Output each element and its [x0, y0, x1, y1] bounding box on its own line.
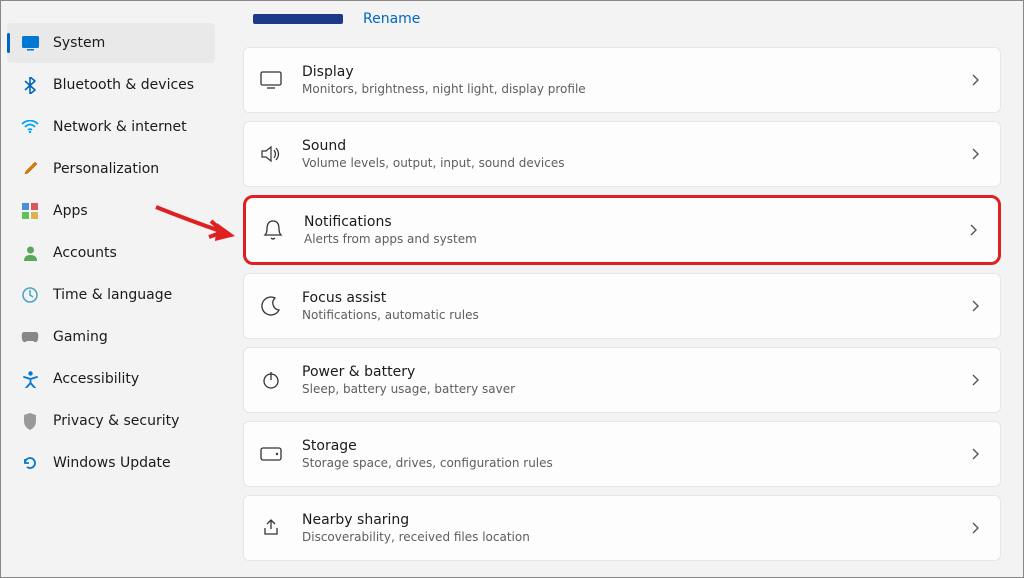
sidebar-item-accessibility[interactable]: Accessibility: [7, 359, 215, 399]
card-subtitle: Discoverability, received files location: [302, 530, 971, 544]
wifi-icon: [21, 118, 39, 136]
sidebar-item-apps[interactable]: Apps: [7, 191, 215, 231]
display-icon: [258, 67, 284, 93]
bluetooth-icon: [21, 76, 39, 94]
sidebar-item-label: Bluetooth & devices: [53, 77, 194, 93]
gamepad-icon: [21, 328, 39, 346]
chevron-right-icon: [971, 73, 980, 87]
sidebar-item-label: Accessibility: [53, 371, 139, 387]
card-title: Nearby sharing: [302, 512, 971, 528]
sidebar-item-accounts[interactable]: Accounts: [7, 233, 215, 273]
brush-icon: [21, 160, 39, 178]
sidebar-item-gaming[interactable]: Gaming: [7, 317, 215, 357]
chevron-right-icon: [971, 447, 980, 461]
power-icon: [258, 367, 284, 393]
card-subtitle: Notifications, automatic rules: [302, 308, 971, 322]
moon-icon: [258, 293, 284, 319]
nearby-sharing-card[interactable]: Nearby sharing Discoverability, received…: [243, 495, 1001, 561]
card-title: Sound: [302, 138, 971, 154]
rename-link[interactable]: Rename: [363, 11, 420, 27]
card-title: Focus assist: [302, 290, 971, 306]
chevron-right-icon: [971, 373, 980, 387]
display-card[interactable]: Display Monitors, brightness, night ligh…: [243, 47, 1001, 113]
globe-clock-icon: [21, 286, 39, 304]
notifications-card[interactable]: Notifications Alerts from apps and syste…: [243, 195, 1001, 265]
sidebar-item-label: Gaming: [53, 329, 108, 345]
card-title: Notifications: [304, 214, 969, 230]
power-battery-card[interactable]: Power & battery Sleep, battery usage, ba…: [243, 347, 1001, 413]
card-subtitle: Alerts from apps and system: [304, 232, 969, 246]
sound-icon: [258, 141, 284, 167]
card-subtitle: Monitors, brightness, night light, displ…: [302, 82, 971, 96]
sidebar-item-label: Time & language: [53, 287, 172, 303]
sidebar-item-bluetooth[interactable]: Bluetooth & devices: [7, 65, 215, 105]
sidebar-item-label: Windows Update: [53, 455, 171, 471]
sound-card[interactable]: Sound Volume levels, output, input, soun…: [243, 121, 1001, 187]
sidebar-item-privacy-security[interactable]: Privacy & security: [7, 401, 215, 441]
share-icon: [258, 515, 284, 541]
chevron-right-icon: [971, 147, 980, 161]
focus-assist-card[interactable]: Focus assist Notifications, automatic ru…: [243, 273, 1001, 339]
card-subtitle: Sleep, battery usage, battery saver: [302, 382, 971, 396]
sidebar-item-system[interactable]: System: [7, 23, 215, 63]
system-icon: [21, 34, 39, 52]
chevron-right-icon: [971, 299, 980, 313]
chevron-right-icon: [969, 223, 978, 237]
sidebar-item-label: Network & internet: [53, 119, 187, 135]
card-subtitle: Volume levels, output, input, sound devi…: [302, 156, 971, 170]
sidebar-item-label: Privacy & security: [53, 413, 179, 429]
drive-icon: [258, 441, 284, 467]
card-title: Display: [302, 64, 971, 80]
device-thumbnail: [253, 14, 343, 24]
sidebar-item-label: Personalization: [53, 161, 159, 177]
sidebar-item-label: Accounts: [53, 245, 117, 261]
sidebar-item-label: System: [53, 35, 105, 51]
main-content: Rename Display Monitors, brightness, nig…: [221, 1, 1023, 577]
bell-icon: [260, 217, 286, 243]
person-icon: [21, 244, 39, 262]
device-header: Rename: [243, 11, 1001, 27]
accessibility-icon: [21, 370, 39, 388]
sidebar-item-personalization[interactable]: Personalization: [7, 149, 215, 189]
sidebar-item-label: Apps: [53, 203, 88, 219]
card-title: Storage: [302, 438, 971, 454]
settings-card-list: Display Monitors, brightness, night ligh…: [243, 47, 1001, 561]
sidebar-item-windows-update[interactable]: Windows Update: [7, 443, 215, 483]
card-title: Power & battery: [302, 364, 971, 380]
sidebar-item-time-language[interactable]: Time & language: [7, 275, 215, 315]
sidebar: System Bluetooth & devices Network & int…: [1, 1, 221, 577]
shield-icon: [21, 412, 39, 430]
chevron-right-icon: [971, 521, 980, 535]
sidebar-item-network[interactable]: Network & internet: [7, 107, 215, 147]
update-icon: [21, 454, 39, 472]
apps-icon: [21, 202, 39, 220]
storage-card[interactable]: Storage Storage space, drives, configura…: [243, 421, 1001, 487]
card-subtitle: Storage space, drives, configuration rul…: [302, 456, 971, 470]
